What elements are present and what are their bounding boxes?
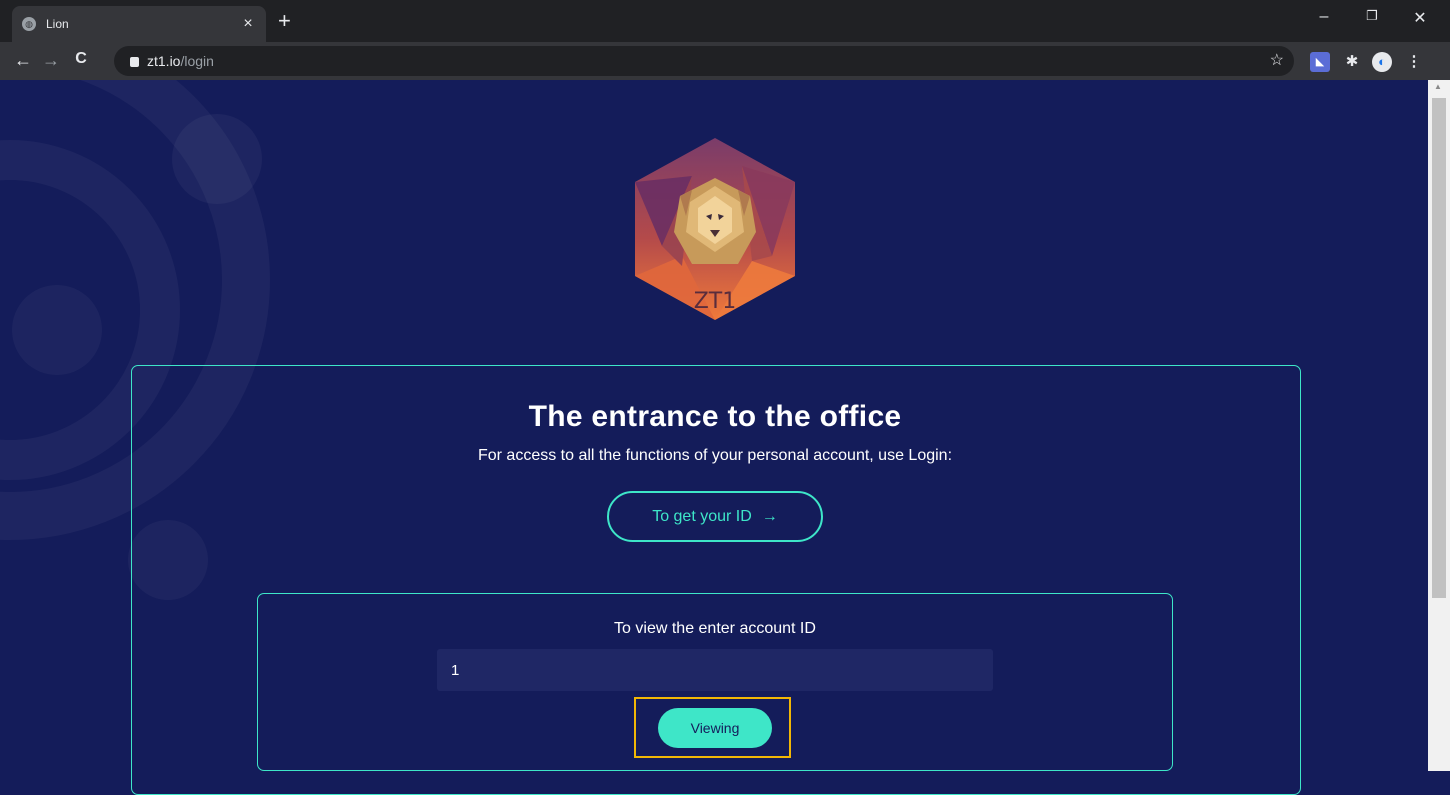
account-id-input[interactable] [437, 649, 993, 691]
get-id-button[interactable]: To get your ID → [607, 491, 823, 542]
decorative-dot [172, 114, 262, 204]
puzzle-extensions-icon[interactable]: ✱ [1342, 52, 1362, 72]
restore-button[interactable]: ❐ [1360, 8, 1384, 24]
profile-avatar-icon[interactable]: ◐ [1372, 52, 1392, 72]
login-instructions: For access to all the functions of your … [477, 447, 953, 464]
lion-logo-graphic: ZT1 [635, 138, 795, 320]
menu-kebab-icon[interactable]: ⋮ [1404, 52, 1424, 72]
lion-hexagon-logo: ZT1 [632, 136, 798, 322]
arrow-right-icon: → [761, 507, 778, 525]
globe-icon: ◍ [22, 17, 36, 31]
minimize-button[interactable]: – [1312, 8, 1336, 26]
lock-icon [130, 57, 139, 67]
browser-toolbar: ← → C zt1.io /login ☆ ◣ ✱ ◐ ⋮ [0, 42, 1450, 80]
url-host: zt1.io [147, 53, 181, 69]
page-scrollbar[interactable]: ▲ [1428, 80, 1450, 771]
close-window-button[interactable]: ✕ [1408, 8, 1432, 28]
address-bar[interactable]: zt1.io /login ☆ [114, 46, 1294, 76]
scroll-up-icon[interactable]: ▲ [1434, 82, 1442, 91]
forward-button[interactable]: → [38, 50, 64, 71]
decorative-dot [12, 285, 102, 375]
tab-close-icon[interactable]: × [240, 15, 256, 33]
logo-text: ZT1 [694, 289, 737, 314]
url-path: /login [180, 53, 214, 69]
scrollbar-thumb[interactable] [1432, 98, 1446, 598]
viewing-button[interactable]: Viewing [658, 708, 772, 748]
back-button[interactable]: ← [10, 50, 36, 71]
browser-tab[interactable]: ◍ Lion × [12, 6, 266, 42]
browser-tab-bar: ◍ Lion × + – ❐ ✕ [0, 0, 1450, 42]
view-account-label: To view the enter account ID [614, 620, 816, 637]
bookmark-star-icon[interactable]: ☆ [1270, 50, 1284, 70]
screencast-extension-icon[interactable]: ◣ [1310, 52, 1330, 72]
tab-title: Lion [46, 17, 69, 31]
new-tab-button[interactable]: + [278, 10, 291, 32]
reload-button[interactable]: C [68, 50, 94, 68]
page-title: The entrance to the office [528, 400, 902, 433]
get-id-label: To get your ID [652, 507, 752, 525]
